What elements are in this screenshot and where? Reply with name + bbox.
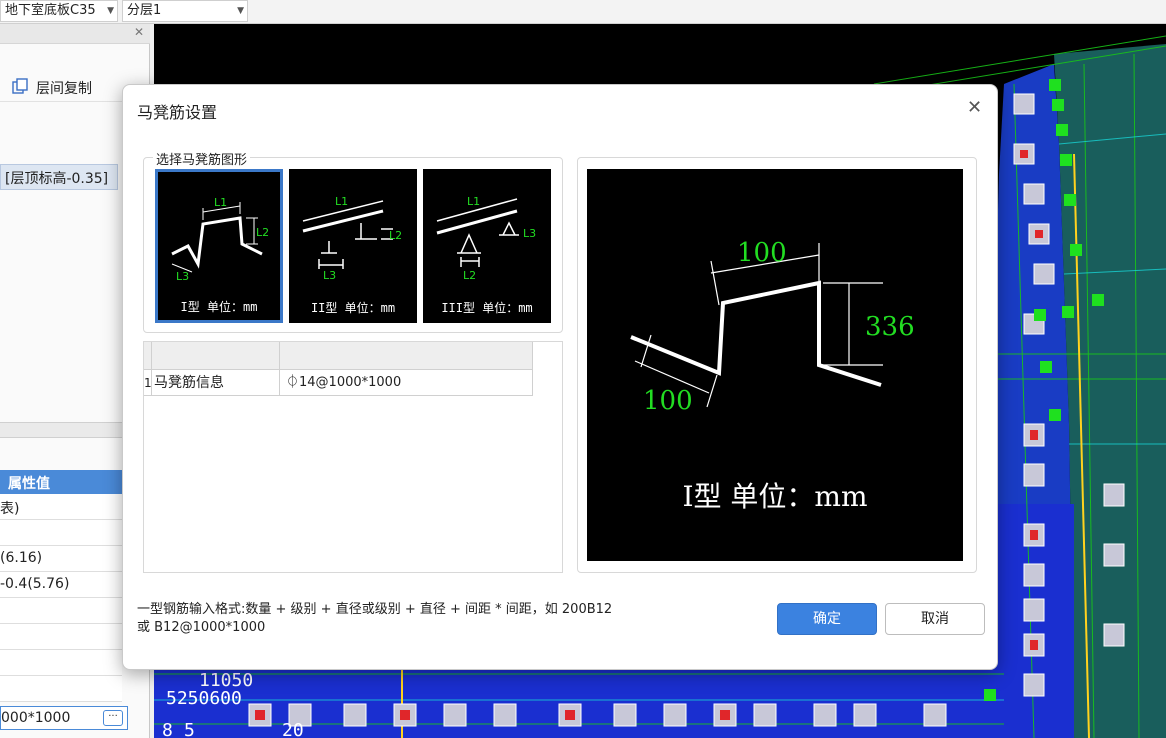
hint-line: 一型钢筋输入格式:数量 + 级别 + 直径或级别 + 直径 + 间距 * 间距，…	[137, 602, 613, 617]
shape-option-type1[interactable]: L1 L2 L3 I型 单位：mm	[155, 169, 283, 323]
l2-dimension: 336	[865, 312, 915, 342]
property-row[interactable]	[0, 624, 122, 650]
table-header-cell	[152, 342, 280, 370]
chevron-down-icon: ▼	[107, 6, 114, 16]
component-combo[interactable]: 地下室底板C35 ▼	[0, 0, 118, 22]
hint-line: 或 B12@1000*1000	[137, 620, 266, 635]
l2-label: L2	[256, 226, 269, 239]
rebar-info-table: 1 马凳筋信息 ⏀14@1000*1000	[143, 341, 563, 573]
close-icon[interactable]: ✕	[134, 25, 144, 39]
l1-label: L1	[467, 195, 480, 208]
property-row[interactable]: -0.4(5.76)	[0, 572, 122, 598]
property-row[interactable]	[0, 520, 122, 546]
property-row[interactable]	[0, 598, 122, 624]
property-value-header-label: 属性值	[8, 476, 50, 492]
top-toolbar: 地下室底板C35 ▼ 分层1 ▼	[0, 0, 1166, 24]
l2-label: L2	[389, 229, 402, 242]
close-icon[interactable]: ✕	[967, 97, 982, 118]
property-row[interactable]	[0, 650, 122, 676]
copy-icon	[12, 78, 28, 94]
table-row[interactable]: 1 马凳筋信息 ⏀14@1000*1000	[144, 370, 532, 396]
layer-combo-value: 分层1	[127, 3, 162, 18]
shape-option-type3[interactable]: L1 L3 L2 III型 单位：mm	[423, 169, 551, 323]
shape-option-label: I型 单位：mm	[180, 300, 258, 314]
group-title: 选择马凳筋图形	[153, 149, 251, 168]
l1-label: L1	[335, 195, 348, 208]
cancel-button[interactable]: 取消	[885, 603, 985, 635]
property-value: (6.16)	[0, 550, 43, 566]
property-value-header: 属性值	[0, 470, 122, 494]
floor-copy-label: 层间复制	[36, 81, 92, 97]
rebar-info-value[interactable]: ⏀14@1000*1000	[280, 370, 532, 396]
l2-label: L2	[463, 269, 476, 282]
property-input[interactable]: 000*1000 ···	[0, 706, 128, 730]
preview-canvas: 100 336 100 I型 单位：mm	[587, 169, 963, 561]
l3-dimension: 100	[643, 386, 693, 416]
l3-label: L3	[323, 269, 336, 282]
table-divider	[532, 342, 533, 396]
dialog-title: 马凳筋设置	[137, 103, 218, 122]
chevron-down-icon: ▼	[237, 6, 244, 16]
property-value: 表)	[0, 501, 20, 517]
cad-text: 5	[184, 720, 195, 738]
input-format-hint: 一型钢筋输入格式:数量 + 级别 + 直径或级别 + 直径 + 间距 * 间距，…	[137, 601, 717, 637]
shape-option-type2[interactable]: L1 L2 L3 II型 单位：mm	[289, 169, 417, 323]
layer-combo[interactable]: 分层1 ▼	[122, 0, 248, 22]
l3-label: L3	[523, 227, 536, 240]
cad-text: 5250600	[166, 688, 242, 709]
shape-option-label: III型 单位：mm	[441, 301, 533, 315]
ellipsis-button[interactable]: ···	[103, 710, 123, 726]
stool-rebar-settings-dialog: 马凳筋设置 ✕ 选择马凳筋图形 L1 L2 L3 I型 单位：mm L1 L2 …	[122, 84, 998, 670]
cad-text: 20	[282, 720, 304, 738]
property-value: -0.4(5.76)	[0, 576, 70, 592]
row-index: 1	[144, 370, 152, 396]
property-row[interactable]	[0, 676, 122, 702]
property-input-value: 000*1000	[1, 710, 71, 726]
table-header	[144, 342, 532, 370]
preview-label: I型 单位：mm	[682, 480, 868, 513]
shape-option-label: II型 单位：mm	[310, 301, 396, 315]
l3-label: L3	[176, 270, 189, 283]
l1-dimension: 100	[737, 238, 787, 268]
property-row[interactable]: (6.16)	[0, 546, 122, 572]
cad-text: 8	[162, 720, 173, 738]
row-name: 马凳筋信息	[152, 370, 280, 396]
l1-label: L1	[214, 196, 227, 209]
floor-list-item[interactable]: [层顶标高-0.35]	[0, 164, 118, 190]
floor-item-label: [层顶标高-0.35]	[5, 171, 109, 187]
panel-header: ✕	[0, 24, 150, 44]
ok-button[interactable]: 确定	[777, 603, 877, 635]
property-row[interactable]: 表)	[0, 494, 122, 520]
component-combo-value: 地下室底板C35	[5, 3, 96, 18]
table-header-cell	[144, 342, 152, 370]
